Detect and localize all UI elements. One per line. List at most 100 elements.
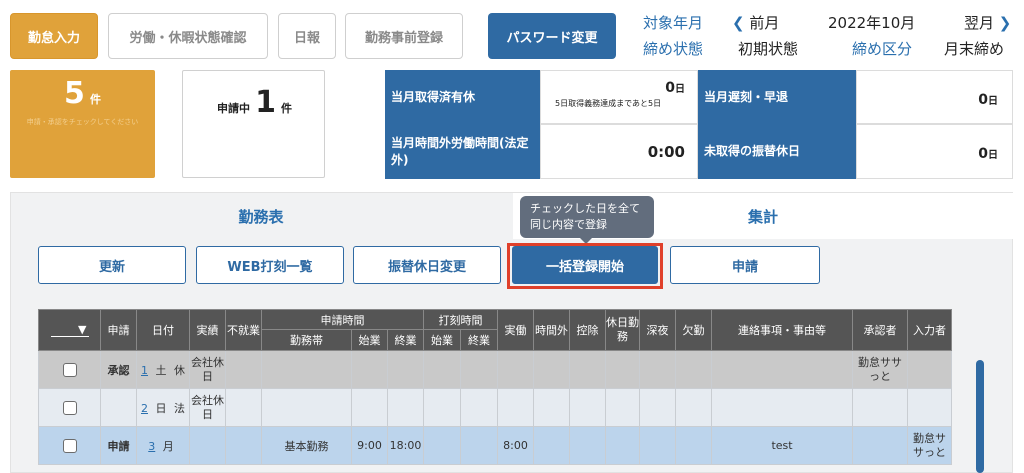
row-absence bbox=[675, 350, 712, 389]
select-all-header[interactable]: ▼ bbox=[38, 309, 101, 351]
shift-header: 勤務帯 bbox=[261, 329, 352, 351]
tab-schedule[interactable]: 勤務表 bbox=[11, 193, 511, 239]
holiday-work-header: 休日勤務 bbox=[605, 309, 640, 351]
row-holiday-type: 法 bbox=[174, 401, 185, 415]
entered-by-header: 入力者 bbox=[907, 309, 952, 351]
late-early-unit: 日 bbox=[988, 96, 998, 107]
applying-card[interactable]: 申請中 1 件 bbox=[182, 70, 325, 178]
row-actual bbox=[189, 426, 226, 465]
row-checkbox[interactable] bbox=[38, 388, 101, 427]
tab-labor-leave-status[interactable]: 労働・休暇状態確認 bbox=[108, 13, 268, 59]
pending-approval-count: 5 bbox=[64, 76, 85, 111]
row-approver bbox=[852, 426, 908, 465]
row-start: 9:00 bbox=[351, 426, 388, 465]
substitute-holiday-change-button[interactable]: 振替休日変更 bbox=[353, 246, 501, 284]
paid-leave-unit: 日 bbox=[675, 84, 685, 95]
late-early-value: 0 bbox=[978, 92, 988, 108]
row-clock-end bbox=[460, 388, 498, 427]
applying-unit: 件 bbox=[281, 102, 293, 115]
checkbox-icon[interactable] bbox=[62, 400, 77, 415]
row-holiday-work bbox=[605, 426, 640, 465]
row-shift bbox=[261, 350, 352, 389]
row-status bbox=[100, 388, 137, 427]
tab-pre-registration[interactable]: 勤務事前登録 bbox=[345, 13, 463, 59]
closing-type-value: 月末締め bbox=[944, 40, 1005, 58]
bulk-register-tooltip: チェックした日を全て同じ内容で登録 bbox=[520, 196, 654, 244]
password-change-button[interactable]: パスワード変更 bbox=[488, 13, 616, 59]
refresh-button[interactable]: 更新 bbox=[38, 246, 186, 284]
closing-status-label: 締め状態 bbox=[643, 40, 704, 58]
row-clock-end bbox=[460, 426, 498, 465]
row-actual: 会社休日 bbox=[189, 350, 226, 389]
next-month-link[interactable]: 翌月 ❯ bbox=[964, 12, 1011, 33]
row-notes bbox=[711, 388, 853, 427]
clock-end-header: 終業 bbox=[460, 329, 498, 351]
row-notes: test bbox=[711, 426, 853, 465]
substitute-holiday-label: 未取得の振替休日 bbox=[698, 124, 856, 179]
table-row[interactable]: 申請 3 月 基本勤務 9:00 18:00 8:00 test 勤怠ササっと bbox=[38, 426, 952, 465]
row-status: 申請 bbox=[100, 426, 137, 465]
row-absence bbox=[675, 426, 712, 465]
pending-approval-card[interactable]: 5 件 申請・承認をチェックしてください bbox=[10, 70, 155, 178]
table-row[interactable]: 承認 1 土 休 会社休日 勤怠ササっと bbox=[38, 350, 952, 389]
row-weekday: 月 bbox=[162, 439, 174, 453]
row-checkbox[interactable] bbox=[38, 426, 101, 465]
row-checkbox[interactable] bbox=[38, 350, 101, 389]
row-clock-start bbox=[423, 350, 461, 389]
row-no-work bbox=[225, 426, 262, 465]
select-dropdown-icon[interactable]: ▼ bbox=[50, 323, 89, 337]
row-late-night bbox=[639, 388, 676, 427]
row-no-work bbox=[225, 350, 262, 389]
row-late-night bbox=[639, 350, 676, 389]
absence-header: 欠勤 bbox=[675, 309, 712, 351]
row-no-work bbox=[225, 388, 262, 427]
row-deduction bbox=[569, 350, 606, 389]
closing-type-label: 締め区分 bbox=[852, 40, 913, 58]
row-late-night bbox=[639, 426, 676, 465]
row-holiday-work bbox=[605, 350, 640, 389]
row-clock-start bbox=[423, 388, 461, 427]
row-day-link[interactable]: 1 bbox=[141, 364, 148, 377]
paid-leave-label: 当月取得済有休 bbox=[385, 70, 540, 124]
table-scrollbar[interactable] bbox=[976, 360, 984, 473]
tab-attendance-input[interactable]: 勤怠入力 bbox=[10, 13, 98, 59]
row-notes bbox=[711, 350, 853, 389]
pending-approval-unit: 件 bbox=[89, 93, 101, 106]
substitute-holiday-unit: 日 bbox=[988, 150, 998, 161]
row-weekday: 日 bbox=[155, 401, 167, 415]
approver-header: 承認者 bbox=[852, 309, 908, 351]
tab-daily-report[interactable]: 日報 bbox=[278, 13, 336, 59]
row-clock-end bbox=[460, 350, 498, 389]
row-weekday: 土 bbox=[155, 363, 167, 377]
overtime-header: 時間外 bbox=[533, 309, 570, 351]
bulk-register-button[interactable]: 一括登録開始 bbox=[512, 246, 658, 284]
row-shift: 基本勤務 bbox=[261, 426, 352, 465]
checkbox-icon[interactable] bbox=[62, 438, 77, 453]
overtime-cell: 0:00 bbox=[540, 124, 698, 179]
row-entered-by bbox=[907, 350, 952, 389]
row-entered-by: 勤怠ササっと bbox=[907, 426, 952, 465]
table-row[interactable]: 2 日 法 会社休日 bbox=[38, 388, 952, 427]
apply-header: 申請 bbox=[100, 309, 137, 351]
apply-button[interactable]: 申請 bbox=[670, 246, 820, 284]
apply-time-header: 申請時間 bbox=[261, 309, 424, 330]
row-start bbox=[351, 350, 388, 389]
target-month-label: 対象年月 bbox=[643, 14, 704, 32]
row-real-work bbox=[497, 388, 534, 427]
no-work-header: 不就業 bbox=[225, 309, 262, 351]
row-date: 2 日 法 bbox=[136, 388, 190, 427]
year-month-value: 2022年10月 bbox=[828, 14, 916, 32]
row-deduction bbox=[569, 388, 606, 427]
web-clock-list-button[interactable]: WEB打刻一覧 bbox=[196, 246, 344, 284]
prev-month-link[interactable]: ❮ 前月 bbox=[732, 12, 779, 33]
deduction-header: 控除 bbox=[569, 309, 606, 351]
row-shift bbox=[261, 388, 352, 427]
row-overtime bbox=[533, 350, 570, 389]
row-day-link[interactable]: 3 bbox=[148, 440, 155, 453]
row-overtime bbox=[533, 388, 570, 427]
checkbox-icon[interactable] bbox=[62, 362, 77, 377]
date-header: 日付 bbox=[136, 309, 190, 351]
row-day-link[interactable]: 2 bbox=[141, 402, 148, 415]
next-month-label: 翌月 bbox=[964, 14, 995, 32]
chevron-right-icon: ❯ bbox=[998, 14, 1012, 32]
